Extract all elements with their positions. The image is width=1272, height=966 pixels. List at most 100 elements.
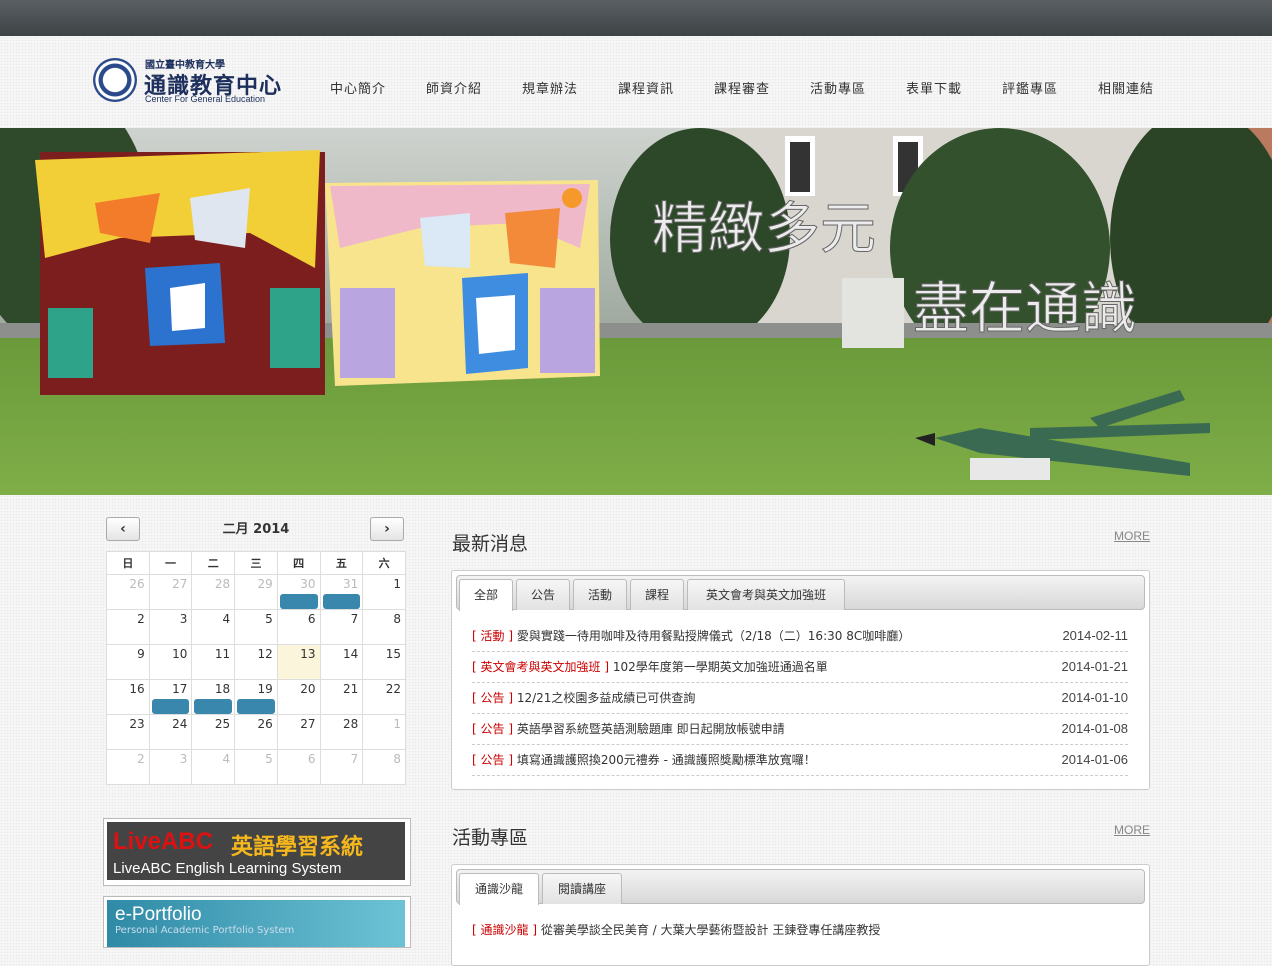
liveabc-banner-link[interactable]: LiveABC 英語學習系統 LiveABC English Learning … <box>103 818 411 886</box>
calendar-day[interactable]: 28 <box>191 574 236 610</box>
news-title[interactable]: 英語學習系統暨英語測驗題庫 即日起開放帳號申請 <box>517 722 785 736</box>
nav-regulations[interactable]: 規章辦法 <box>502 78 598 97</box>
weekday-label: 四 <box>276 551 321 575</box>
news-item[interactable]: [ 公告 ] 填寫通識護照換200元禮券 - 通識護照獎勵標準放寬囉！ 2014… <box>472 745 1128 776</box>
news-category: 公告 <box>480 722 505 736</box>
calendar-day[interactable]: 27 <box>276 714 321 750</box>
news-tab-announcement[interactable]: 公告 <box>516 579 570 610</box>
calendar-day[interactable]: 7 <box>319 609 364 645</box>
nav-about[interactable]: 中心簡介 <box>310 78 406 97</box>
calendar-day[interactable]: 26 <box>106 574 150 610</box>
calendar-day[interactable]: 8 <box>362 609 406 645</box>
calendar-event[interactable] <box>322 594 361 609</box>
nav-forms[interactable]: 表單下載 <box>886 78 982 97</box>
news-item[interactable]: [ 公告 ] 英語學習系統暨英語測驗題庫 即日起開放帳號申請 2014-01-0… <box>472 714 1128 745</box>
news-tab-english[interactable]: 英文會考與英文加強班 <box>687 579 845 610</box>
calendar-day[interactable]: 26 <box>234 714 278 750</box>
calendar-day[interactable]: 28 <box>319 714 364 750</box>
calendar-day[interactable]: 3 <box>148 609 193 645</box>
news-tab-activity[interactable]: 活動 <box>573 579 627 610</box>
calendar-day[interactable]: 24 <box>148 714 193 750</box>
university-seal-icon <box>93 58 137 102</box>
news-date: 2014-01-08 <box>1061 721 1129 736</box>
main-nav: 中心簡介 師資介紹 規章辦法 課程資訊 課程審查 活動專區 表單下載 評鑑專區 … <box>310 78 1174 97</box>
calendar-day[interactable]: 21 <box>319 679 364 715</box>
calendar-event[interactable] <box>279 594 318 609</box>
calendar-day[interactable]: 1 <box>362 714 406 750</box>
calendar-day-with-event[interactable]: 31 <box>319 574 364 610</box>
calendar-day[interactable]: 5 <box>234 749 278 785</box>
day-number: 31 <box>342 577 359 591</box>
calendar-day[interactable]: 7 <box>319 749 364 785</box>
news-title[interactable]: 102學年度第一學期英文加強班通過名單 <box>613 660 828 674</box>
banner-slogan-2: 盡在通識 <box>913 277 1137 342</box>
news-date: 2014-01-06 <box>1061 752 1129 767</box>
news-tab-all[interactable]: 全部 <box>459 579 513 611</box>
nav-faculty[interactable]: 師資介紹 <box>406 78 502 97</box>
calendar-grid: 日 一 二 三 四 五 六 26 27 28 29 30 31 1 2 3 4 … <box>106 551 406 785</box>
site-logo[interactable]: 國立臺中教育大學 通識教育中心 Center For General Educa… <box>93 56 293 108</box>
news-item[interactable]: [ 活動 ] 愛與實踐一待用咖啡及待用餐點授牌儀式（2/18（二）16:30 8… <box>472 621 1128 652</box>
calendar-day[interactable]: 12 <box>234 644 278 680</box>
activity-title[interactable]: 從審美學談全民美育 / 大葉大學藝術暨設計 王鍊登專任講座教授 <box>541 923 881 937</box>
calendar-day[interactable]: 2 <box>106 749 150 785</box>
news-item[interactable]: [ 公告 ] 12/21之校園多益成績已可供查詢 2014-01-10 <box>472 683 1128 714</box>
calendar-day[interactable]: 2 <box>106 609 150 645</box>
activities-more-link[interactable]: MORE <box>1114 823 1150 837</box>
calendar-week: 23 24 25 26 27 28 1 <box>106 714 406 750</box>
calendar-day[interactable]: 29 <box>234 574 278 610</box>
activities-tab-salon[interactable]: 通識沙龍 <box>459 873 539 905</box>
calendar-day[interactable]: 8 <box>362 749 406 785</box>
calendar-day[interactable]: 1 <box>362 574 406 610</box>
news-title[interactable]: 填寫通識護照換200元禮券 - 通識護照獎勵標準放寬囉！ <box>517 753 816 767</box>
calendar-event[interactable] <box>151 699 190 714</box>
news-more-link[interactable]: MORE <box>1114 529 1150 543</box>
news-item[interactable]: [ 英文會考與英文加強班 ] 102學年度第一學期英文加強班通過名單 2014-… <box>472 652 1128 683</box>
calendar-day-with-event[interactable]: 18 <box>191 679 236 715</box>
calendar-day[interactable]: 4 <box>191 749 236 785</box>
calendar-day[interactable]: 22 <box>362 679 406 715</box>
activities-tab-reading[interactable]: 閱讀講座 <box>542 873 622 904</box>
calendar-day[interactable]: 9 <box>106 644 150 680</box>
calendar-day[interactable]: 27 <box>148 574 193 610</box>
activities-panel: 通識沙龍 閱讀講座 [ 通識沙龍 ] 從審美學談全民美育 / 大葉大學藝術暨設計… <box>451 864 1150 966</box>
calendar-day-today[interactable]: 13 <box>276 644 321 680</box>
calendar-day[interactable]: 11 <box>191 644 236 680</box>
liveabc-subtitle: LiveABC English Learning System <box>113 860 342 877</box>
news-list: [ 活動 ] 愛與實踐一待用咖啡及待用餐點授牌儀式（2/18（二）16:30 8… <box>472 621 1128 776</box>
calendar-day[interactable]: 10 <box>148 644 193 680</box>
calendar-day[interactable]: 14 <box>319 644 364 680</box>
calendar-day[interactable]: 25 <box>191 714 236 750</box>
news-category-close: ] <box>504 722 514 736</box>
calendar-day[interactable]: 16 <box>106 679 150 715</box>
calendar-day[interactable]: 23 <box>106 714 150 750</box>
calendar-day-with-event[interactable]: 17 <box>148 679 193 715</box>
calendar-day[interactable]: 20 <box>276 679 321 715</box>
news-category-close: ] <box>504 753 514 767</box>
nav-course-info[interactable]: 課程資訊 <box>598 78 694 97</box>
news-category-close: ] <box>504 629 514 643</box>
day-number: 18 <box>214 682 231 696</box>
news-title[interactable]: 愛與實踐一待用咖啡及待用餐點授牌儀式（2/18（二）16:30 8C咖啡廳） <box>517 629 910 643</box>
nav-evaluation[interactable]: 評鑑專區 <box>982 78 1078 97</box>
calendar-day-with-event[interactable]: 30 <box>276 574 321 610</box>
nav-links[interactable]: 相關連結 <box>1078 78 1174 97</box>
calendar-day[interactable]: 15 <box>362 644 406 680</box>
calendar-day[interactable]: 3 <box>148 749 193 785</box>
calendar-day[interactable]: 6 <box>276 609 321 645</box>
calendar-day[interactable]: 6 <box>276 749 321 785</box>
news-category: 公告 <box>480 691 505 705</box>
eportfolio-banner-link[interactable]: e-Portfolio Personal Academic Portfolio … <box>103 896 411 948</box>
calendar-event[interactable] <box>194 699 233 714</box>
calendar-day[interactable]: 5 <box>234 609 278 645</box>
news-title[interactable]: 12/21之校園多益成績已可供查詢 <box>517 691 696 705</box>
calendar-event[interactable] <box>237 699 275 714</box>
calendar-day-with-event[interactable]: 19 <box>234 679 278 715</box>
activity-item[interactable]: [ 通識沙龍 ] 從審美學談全民美育 / 大葉大學藝術暨設計 王鍊登專任講座教授 <box>472 915 1128 945</box>
calendar-day[interactable]: 4 <box>191 609 236 645</box>
news-category-close: ] <box>504 691 514 705</box>
news-tab-course[interactable]: 課程 <box>630 579 684 610</box>
calendar-next-button[interactable]: › <box>370 517 404 541</box>
nav-course-review[interactable]: 課程審查 <box>694 78 790 97</box>
nav-activities[interactable]: 活動專區 <box>790 78 886 97</box>
